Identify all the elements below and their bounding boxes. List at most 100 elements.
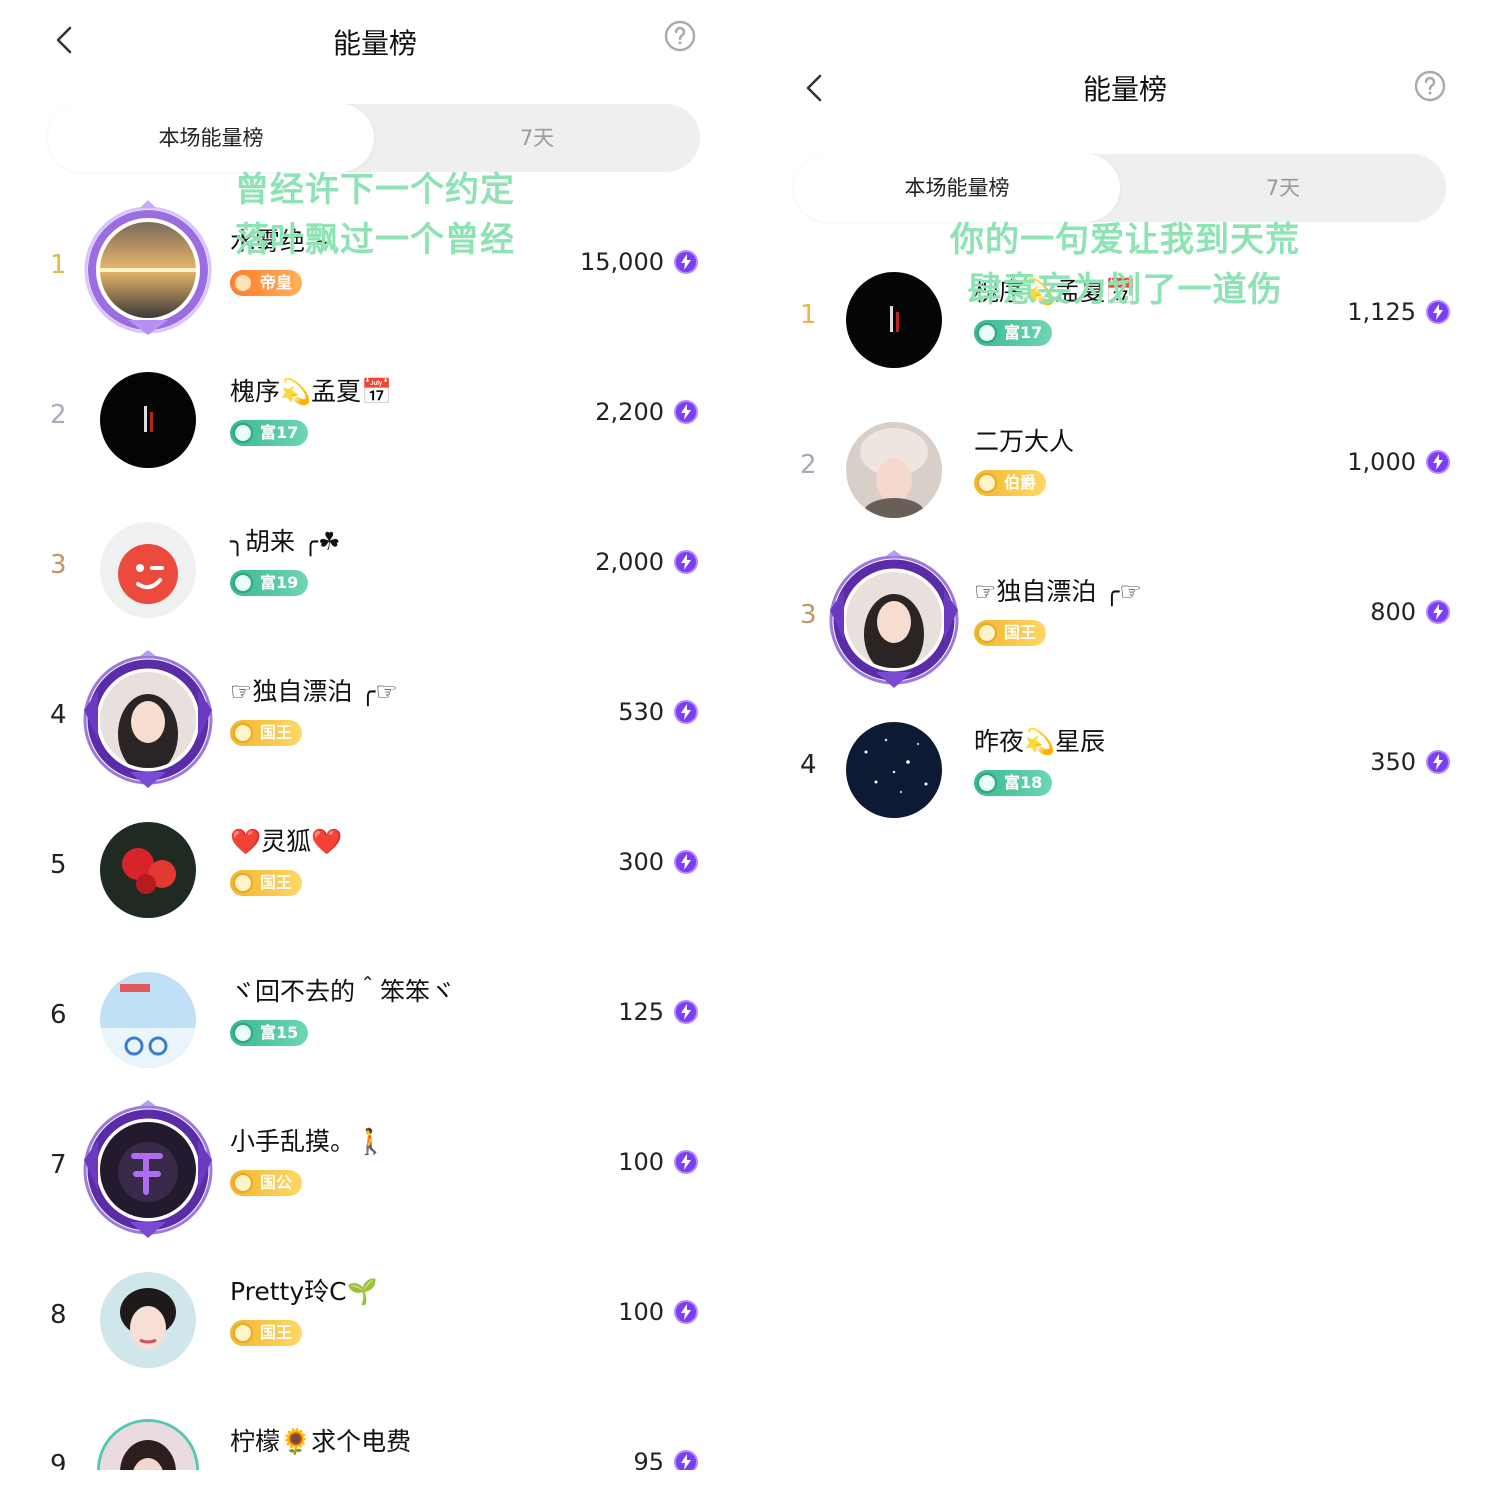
energy-bolt-icon xyxy=(674,700,698,724)
level-badge: 国王 xyxy=(230,1320,303,1346)
tab-current-session[interactable]: 本场能量榜 xyxy=(794,154,1120,222)
energy-score: 800 xyxy=(1370,598,1416,626)
rank-number: 4 xyxy=(50,700,67,730)
tab-7-days[interactable]: 7天 xyxy=(374,104,700,172)
user-name: 槐序💫孟夏📅 xyxy=(974,277,1137,306)
user-name: 小手乱摸。🚶 xyxy=(230,1127,387,1156)
question-circle-icon[interactable] xyxy=(1412,68,1448,104)
energy-score: 350 xyxy=(1370,748,1416,776)
avatar[interactable] xyxy=(846,722,942,818)
avatar[interactable] xyxy=(846,272,942,368)
energy-score: 100 xyxy=(618,1298,664,1326)
level-badge: 富18 xyxy=(974,770,1053,796)
rank-number: 2 xyxy=(800,450,817,480)
energy-bolt-icon xyxy=(674,550,698,574)
list-item[interactable]: 1 槐序💫孟夏📅 富17 1,125 xyxy=(750,250,1500,400)
energy-score: 2,200 xyxy=(595,398,664,426)
rank-number: 6 xyxy=(50,1000,67,1030)
energy-bolt-icon xyxy=(674,400,698,424)
level-badge: 富17 xyxy=(974,320,1053,346)
user-name: 槐序💫孟夏📅 xyxy=(230,377,393,406)
left-leaderboard-screen: 能量榜 本场能量榜 7天 1 水雾绝 ~ 帝皇 15,000 2 槐序💫孟夏📅 … xyxy=(0,0,750,1500)
user-name: ❤️灵狐❤️ xyxy=(230,827,343,856)
list-item[interactable]: 5 ❤️灵狐❤️ 国王 300 xyxy=(0,800,750,950)
user-name: 水雾绝 ~ xyxy=(230,227,334,256)
avatar[interactable] xyxy=(829,550,959,688)
user-name: Pretty玲C🌱 xyxy=(230,1277,378,1306)
user-name: ヾ回不去的＾笨笨ヾ xyxy=(230,977,456,1006)
list-item[interactable]: 4 昨夜💫星辰 富18 350 xyxy=(750,700,1500,850)
rank-number: 2 xyxy=(50,400,67,430)
level-badge: 国王 xyxy=(230,720,303,746)
right-leaderboard-screen: 能量榜 本场能量榜 7天 1 槐序💫孟夏📅 富17 1,125 2 二万大人 伯… xyxy=(750,0,1500,1500)
list-item[interactable]: 3 ╮胡来 ╭☘ 富19 2,000 xyxy=(0,500,750,650)
right-scroll-area[interactable]: 能量榜 本场能量榜 7天 1 槐序💫孟夏📅 富17 1,125 2 二万大人 伯… xyxy=(750,0,1500,1500)
avatar[interactable] xyxy=(100,372,196,468)
energy-bolt-icon xyxy=(1426,450,1450,474)
energy-bolt-icon xyxy=(674,1150,698,1174)
avatar[interactable] xyxy=(846,422,942,518)
rank-number: 1 xyxy=(800,300,817,330)
tab-7-days[interactable]: 7天 xyxy=(1120,154,1446,222)
question-circle-icon[interactable] xyxy=(662,18,698,54)
energy-score: 530 xyxy=(618,698,664,726)
list-item[interactable]: 3 ☞独自漂泊 ╭☞ 国王 800 xyxy=(750,550,1500,700)
avatar[interactable] xyxy=(84,200,212,335)
energy-bolt-icon xyxy=(1426,750,1450,774)
energy-bolt-icon xyxy=(1426,600,1450,624)
page-title: 能量榜 xyxy=(332,27,417,60)
user-name: ☞独自漂泊 ╭☞ xyxy=(974,577,1142,606)
avatar[interactable] xyxy=(100,972,196,1068)
user-name: 昨夜💫星辰 xyxy=(974,727,1106,756)
user-name: 柠檬🌻求个电费 xyxy=(230,1427,412,1456)
user-name: ╮胡来 ╭☘ xyxy=(230,527,341,556)
energy-score: 100 xyxy=(618,1148,664,1176)
rank-number: 1 xyxy=(50,250,67,280)
avatar[interactable] xyxy=(83,1100,213,1238)
left-scroll-area[interactable]: 能量榜 本场能量榜 7天 1 水雾绝 ~ 帝皇 15,000 2 槐序💫孟夏📅 … xyxy=(0,0,750,1470)
avatar[interactable] xyxy=(83,650,213,788)
avatar[interactable] xyxy=(100,1272,196,1368)
rank-number: 3 xyxy=(50,550,67,580)
list-item[interactable]: 1 水雾绝 ~ 帝皇 15,000 xyxy=(0,200,750,350)
avatar[interactable] xyxy=(100,522,196,618)
energy-bolt-icon xyxy=(674,250,698,274)
rank-number: 7 xyxy=(50,1150,67,1180)
rank-number: 5 xyxy=(50,850,67,880)
energy-score: 95 xyxy=(633,1448,664,1470)
page-title: 能量榜 xyxy=(1082,73,1167,106)
user-name: ☞独自漂泊 ╭☞ xyxy=(230,677,398,706)
right-tab-bar: 本场能量榜 7天 xyxy=(794,154,1446,222)
list-item[interactable]: 4 ☞独自漂泊 ╭☞ 国王 530 xyxy=(0,650,750,800)
energy-bolt-icon xyxy=(1426,300,1450,324)
rank-number: 8 xyxy=(50,1300,67,1330)
level-badge: 帝皇 xyxy=(230,270,303,296)
level-badge: 伯爵 xyxy=(974,470,1047,496)
left-header: 能量榜 xyxy=(0,10,750,70)
energy-score: 1,125 xyxy=(1347,298,1416,326)
energy-bolt-icon xyxy=(674,1300,698,1324)
level-badge: 国公 xyxy=(230,1170,303,1196)
level-badge: 富15 xyxy=(230,1020,309,1046)
list-item[interactable]: 2 二万大人 伯爵 1,000 xyxy=(750,400,1500,550)
avatar[interactable] xyxy=(100,822,196,918)
energy-score: 1,000 xyxy=(1347,448,1416,476)
level-badge: 富19 xyxy=(230,570,309,596)
rank-number: 4 xyxy=(800,750,817,780)
list-item[interactable]: 6 ヾ回不去的＾笨笨ヾ 富15 125 xyxy=(0,950,750,1100)
list-item[interactable]: 7 小手乱摸。🚶 国公 100 xyxy=(0,1100,750,1250)
energy-score: 300 xyxy=(618,848,664,876)
level-badge: 国王 xyxy=(230,870,303,896)
level-badge: 国王 xyxy=(974,620,1047,646)
list-item[interactable]: 8 Pretty玲C🌱 国王 100 xyxy=(0,1250,750,1400)
avatar[interactable] xyxy=(100,1422,196,1470)
energy-score: 125 xyxy=(618,998,664,1026)
right-header: 能量榜 xyxy=(750,58,1500,118)
energy-bolt-icon xyxy=(674,1000,698,1024)
list-item[interactable]: 9 柠檬🌻求个电费 95 xyxy=(0,1400,750,1470)
list-item[interactable]: 2 槐序💫孟夏📅 富17 2,200 xyxy=(0,350,750,500)
rank-number: 3 xyxy=(800,600,817,630)
tab-current-session[interactable]: 本场能量榜 xyxy=(48,104,374,172)
user-name: 二万大人 xyxy=(974,427,1075,456)
energy-score: 15,000 xyxy=(580,248,664,276)
